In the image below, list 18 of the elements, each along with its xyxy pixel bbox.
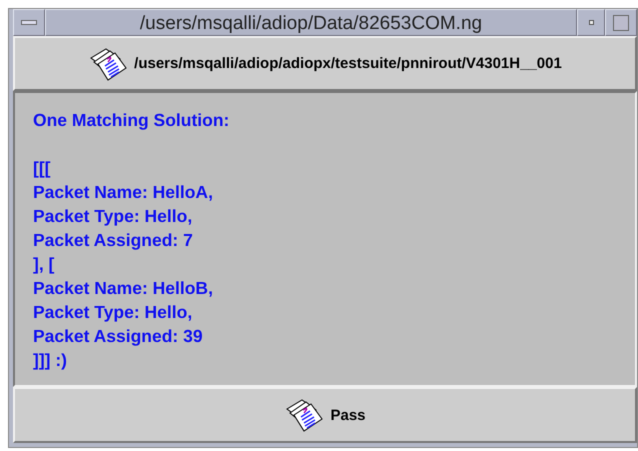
pass-button[interactable]: Pass xyxy=(13,387,637,443)
window-menu-button[interactable] xyxy=(13,9,45,36)
result-line: Packet Type: Hello, xyxy=(33,205,194,228)
result-line: Packet Assigned: 7 xyxy=(33,229,194,252)
result-line: ]]] :) xyxy=(33,349,68,372)
path-button[interactable]: /users/msqalli/adiop/adiopx/testsuite/pnnirout/V4301H__001 xyxy=(13,36,637,91)
maximize-button[interactable] xyxy=(605,9,637,36)
result-line: Packet Type: Hello, xyxy=(33,301,194,324)
documents-icon xyxy=(284,397,324,433)
result-line: [[[ xyxy=(33,157,52,180)
result-line: Packet Name: HelloA, xyxy=(33,181,214,204)
result-line: Packet Assigned: 39 xyxy=(33,325,204,348)
result-line: ], [ xyxy=(33,253,56,276)
minimize-button[interactable] xyxy=(577,9,605,36)
documents-icon xyxy=(88,46,128,82)
result-line: Packet Name: HelloB, xyxy=(33,277,214,300)
window-title: /users/msqalli/adiop/Data/82653COM.ng xyxy=(45,9,577,36)
result-heading: One Matching Solution: xyxy=(33,109,230,132)
